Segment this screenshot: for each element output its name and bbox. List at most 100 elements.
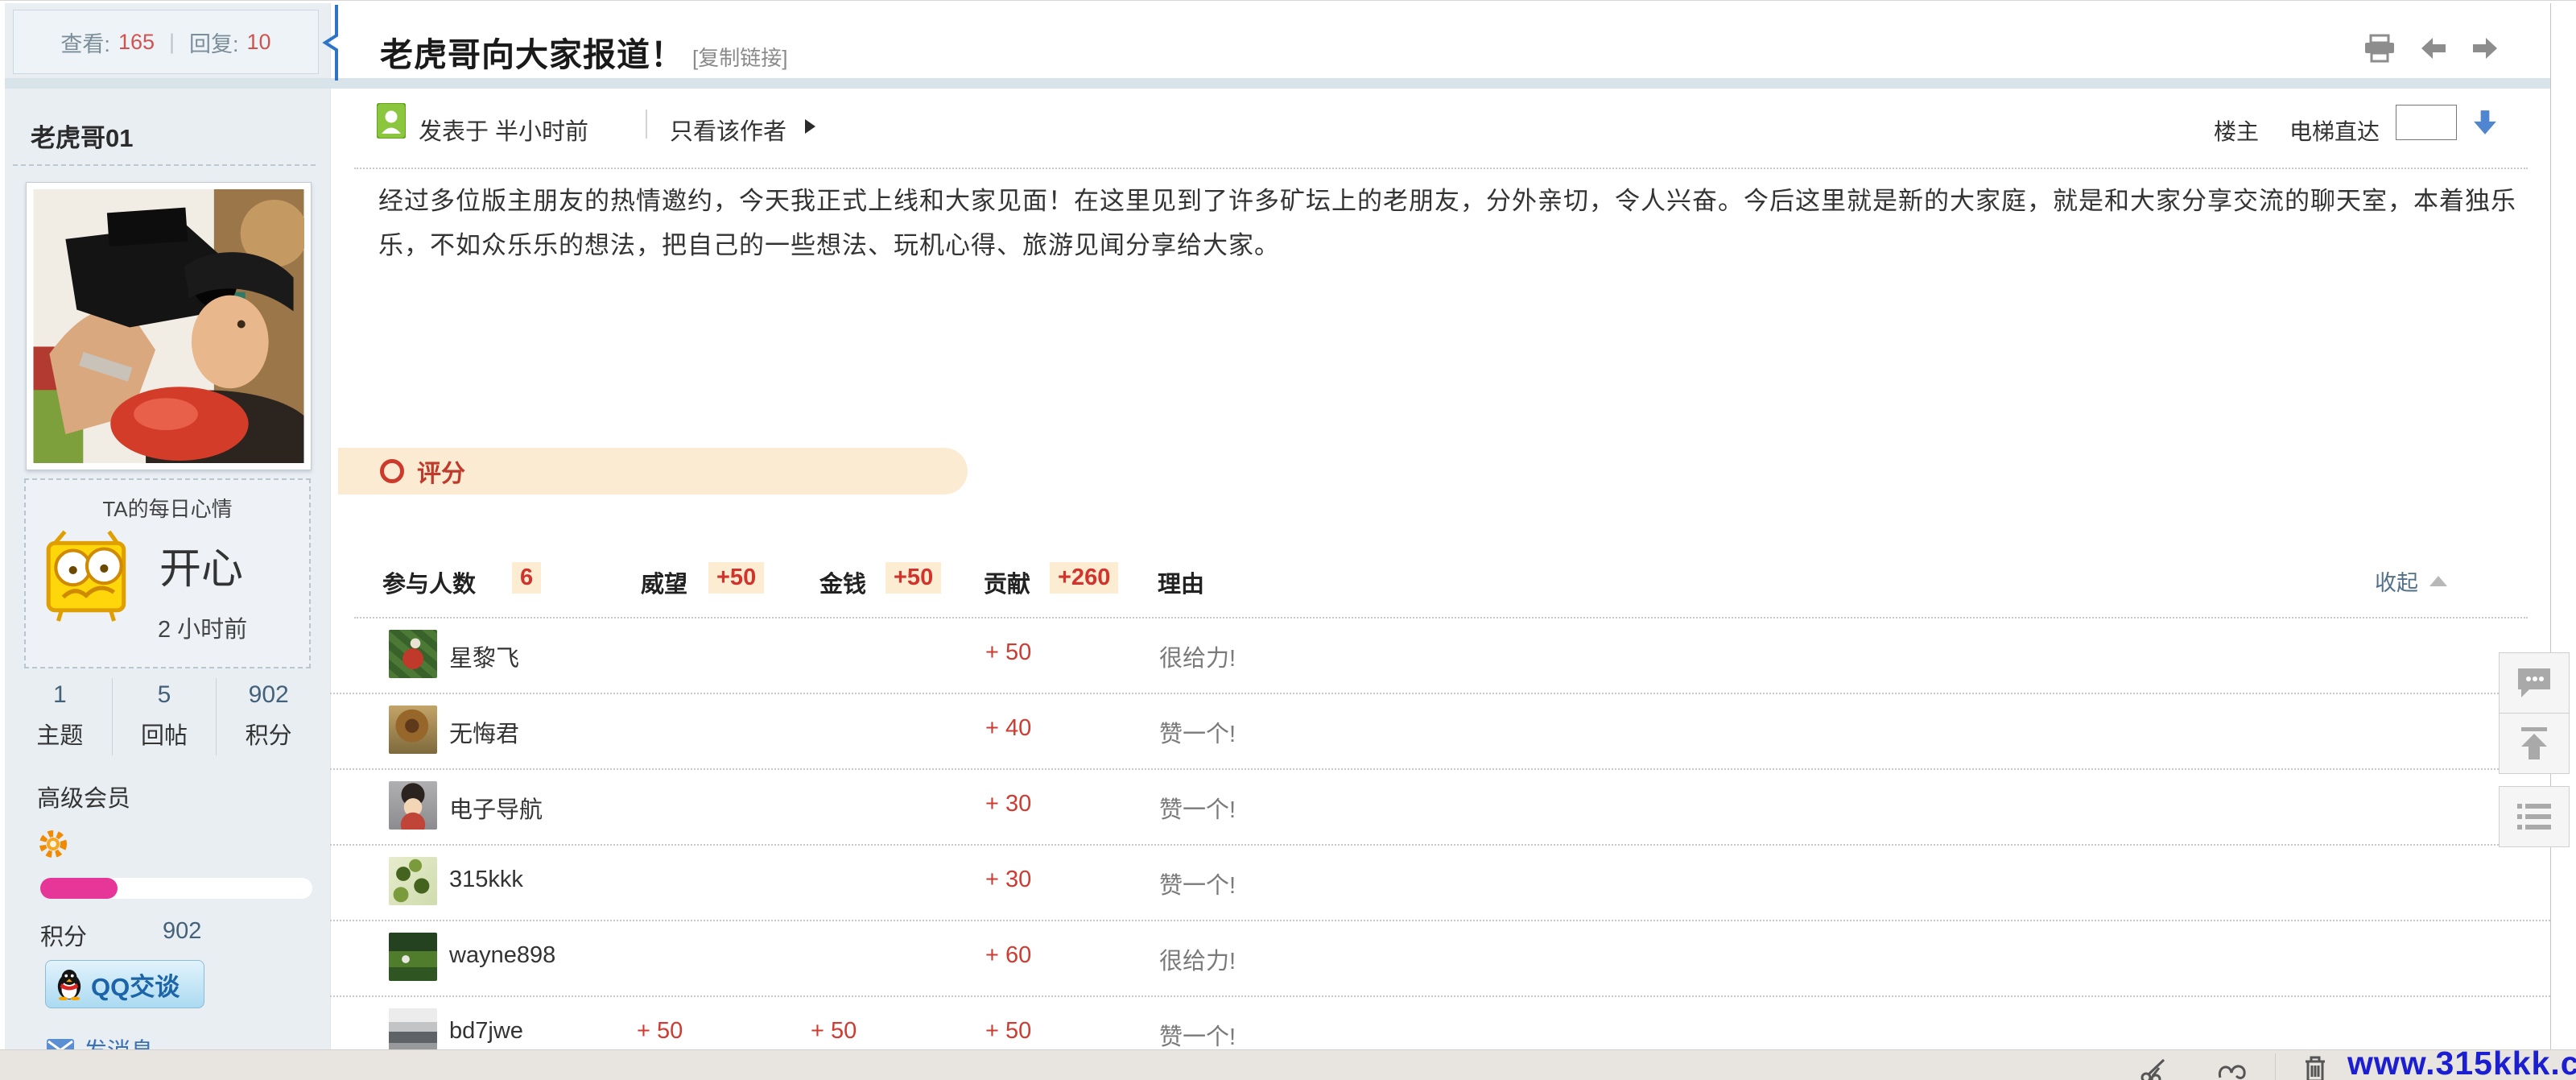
rater-name[interactable]: 315kkk xyxy=(449,867,523,893)
rank-progress-fill xyxy=(40,878,118,899)
views-label: 查看: xyxy=(60,27,110,58)
next-thread-icon[interactable] xyxy=(2471,37,2499,60)
rater-reason: 赞一个! xyxy=(1159,791,1236,825)
floor-badge: 楼主 xyxy=(2214,114,2259,147)
copy-link[interactable]: [复制链接] xyxy=(692,42,787,72)
header-divider-strip xyxy=(5,78,2550,89)
money-total: +50 xyxy=(886,562,941,594)
mood-title: TA的每日心情 xyxy=(24,493,311,523)
replies-label: 回复: xyxy=(189,27,239,58)
rater-reason: 很给力! xyxy=(1159,942,1236,976)
quick-reply-button[interactable] xyxy=(2499,652,2570,714)
content-right-border xyxy=(2550,3,2551,1049)
trash-icon[interactable] xyxy=(2304,1055,2326,1080)
rater-reason: 赞一个! xyxy=(1159,715,1236,749)
toolbar-divider xyxy=(2275,1053,2276,1080)
post-meta-divider-line xyxy=(354,168,2528,169)
meta-divider xyxy=(646,110,647,139)
stat-replies[interactable]: 5 回帖 xyxy=(112,678,217,755)
rank-progress-bar xyxy=(40,878,312,899)
participants-label: 参与人数 xyxy=(382,565,476,599)
mood-word: 开心 xyxy=(159,535,243,595)
participants-count: 6 xyxy=(512,562,541,594)
rating-circle-icon xyxy=(380,459,404,483)
rater-avatar[interactable] xyxy=(389,630,437,678)
weiwang-column-label: 威望 xyxy=(641,565,687,599)
rater-weiwang-value: + 50 xyxy=(637,1018,683,1045)
collapse-up-triangle-icon xyxy=(2429,576,2447,586)
rating-row: 电子导航 + 30 赞一个! xyxy=(330,770,2550,846)
stat-credits-label: 积分 xyxy=(217,717,320,751)
rater-contrib-value: + 60 xyxy=(985,942,1031,969)
reason-column-label: 理由 xyxy=(1158,565,1204,599)
stat-threads-label: 主题 xyxy=(8,717,112,751)
goto-floor-input[interactable] xyxy=(2396,105,2457,140)
thread-list-icon xyxy=(2516,802,2553,831)
printer-icon[interactable] xyxy=(2363,34,2396,63)
elevator-label[interactable]: 电梯直达 xyxy=(2289,114,2380,147)
contrib-column-label: 贡献 xyxy=(984,565,1030,599)
rating-row: 无悔君 + 40 赞一个! xyxy=(330,694,2550,770)
rater-reason: 赞一个! xyxy=(1159,867,1236,900)
sidebar-dashed-divider xyxy=(13,164,316,166)
views-replies-divider: | xyxy=(163,30,181,55)
back-to-top-icon xyxy=(2516,726,2552,761)
rater-contrib-value: + 50 xyxy=(985,1018,1031,1045)
thread-list-button[interactable] xyxy=(2499,786,2570,847)
rater-name[interactable]: 星黎飞 xyxy=(449,639,519,673)
rater-contrib-value: + 30 xyxy=(985,867,1031,893)
scissors-icon[interactable] xyxy=(2140,1057,2169,1080)
rater-avatar[interactable] xyxy=(389,857,437,905)
prev-thread-icon[interactable] xyxy=(2420,37,2447,60)
rank-star-icon xyxy=(35,826,71,862)
collapse-label: 收起 xyxy=(2375,565,2418,597)
stat-threads[interactable]: 1 主题 xyxy=(8,678,112,755)
rating-row: 315kkk + 30 赞一个! xyxy=(330,846,2550,921)
rater-name[interactable]: wayne898 xyxy=(449,942,555,969)
credit-value: 902 xyxy=(163,918,201,945)
cameraman-photo xyxy=(33,189,304,463)
qq-chat-label: QQ交谈 xyxy=(91,966,180,1003)
rater-name[interactable]: bd7jwe xyxy=(449,1018,523,1045)
elevator-down-icon[interactable] xyxy=(2473,110,2497,135)
contrib-total: +260 xyxy=(1050,562,1118,594)
money-column-label: 金钱 xyxy=(819,565,866,599)
rater-contrib-value: + 40 xyxy=(985,715,1031,742)
bottom-strip xyxy=(0,1049,2576,1080)
rating-section-title: 评分 xyxy=(417,453,465,489)
rater-avatar[interactable] xyxy=(389,933,437,981)
rater-contrib-value: + 50 xyxy=(985,639,1031,666)
stat-replies-label: 回帖 xyxy=(113,717,217,751)
rating-rows: 星黎飞 + 50 很给力! 无悔君 + 40 赞一个! 电子导航 + 30 赞一… xyxy=(330,619,2550,1071)
rating-section-bar: 评分 xyxy=(338,448,968,494)
stat-threads-value: 1 xyxy=(8,681,112,709)
online-user-badge-icon xyxy=(377,103,406,139)
rater-reason: 赞一个! xyxy=(1159,1018,1236,1052)
rater-name[interactable]: 无悔君 xyxy=(449,715,519,749)
stat-credits[interactable]: 902 积分 xyxy=(216,678,320,755)
forum-thread-page: 查看: 165 | 回复: 10 老虎哥01 TA的每日心 xyxy=(0,0,2576,1080)
rater-reason: 很给力! xyxy=(1159,639,1236,673)
post-content: 经过多位版主朋友的热情邀约，今天我正式上线和大家见面！在这里见到了许多矿坛上的老… xyxy=(378,179,2516,267)
author-avatar[interactable] xyxy=(26,182,312,470)
collapse-ratings-link[interactable]: 收起 xyxy=(2375,565,2447,597)
thread-title: 老虎哥向大家报道！ xyxy=(380,27,684,76)
weiwang-total: +50 xyxy=(708,562,764,594)
rater-money-value: + 50 xyxy=(811,1018,857,1045)
only-author-link[interactable]: 只看该作者 xyxy=(670,113,786,147)
user-stats: 1 主题 5 回帖 902 积分 xyxy=(8,678,320,755)
rater-avatar[interactable] xyxy=(389,781,437,830)
rating-row: wayne898 + 60 很给力! xyxy=(330,921,2550,997)
rater-name[interactable]: 电子导航 xyxy=(449,791,543,825)
comment-bubble-icon xyxy=(2515,665,2553,701)
author-username[interactable]: 老虎哥01 xyxy=(31,118,133,154)
qq-chat-button[interactable]: QQ交谈 xyxy=(45,960,204,1008)
rater-avatar[interactable] xyxy=(389,706,437,754)
credit-label: 积分 xyxy=(40,918,87,952)
back-to-top-button[interactable] xyxy=(2499,713,2570,774)
views-count: 165 xyxy=(118,30,155,55)
happy-owl-emoticon-icon xyxy=(39,525,137,623)
rating-row: 星黎飞 + 50 很给力! xyxy=(330,619,2550,694)
loops-doodle-icon[interactable] xyxy=(2217,1058,2249,1080)
only-author-caret-icon xyxy=(805,119,815,134)
